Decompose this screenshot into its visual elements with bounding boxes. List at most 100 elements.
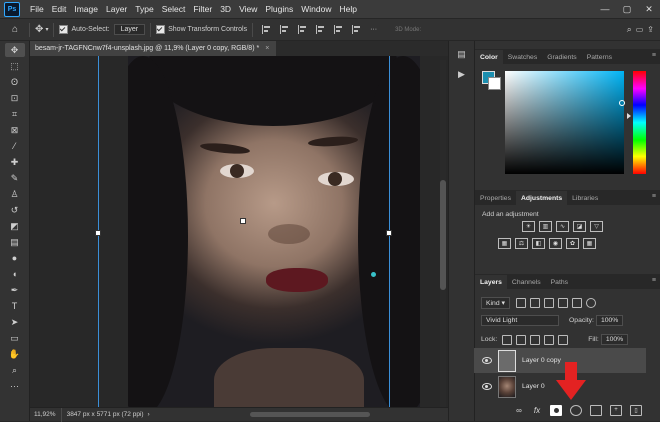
new-layer-icon[interactable]: + [610,404,622,416]
tab-channels[interactable]: Channels [507,275,546,289]
vibrance-icon[interactable]: ▽ [590,221,603,232]
portrait-photo[interactable] [128,56,420,407]
pen-tool-icon[interactable]: ✒ [5,283,25,297]
minimize-button[interactable]: — [594,0,616,18]
panel-menu-icon[interactable]: ≡ [652,52,656,59]
color-picker-field[interactable] [505,71,624,174]
lock-artboard-icon[interactable] [544,334,555,345]
tab-color[interactable]: Color [475,50,503,64]
healing-brush-icon[interactable]: ✚ [5,155,25,169]
align-bottom-icon[interactable] [352,25,362,34]
menu-help[interactable]: Help [335,4,360,14]
eraser-tool-icon[interactable]: ◩ [5,219,25,233]
tab-paths[interactable]: Paths [546,275,573,289]
filter-smart-icon[interactable] [571,298,582,308]
exposure-icon[interactable]: ◪ [573,221,586,232]
layer-name[interactable]: Layer 0 [522,383,545,390]
object-select-tool-icon[interactable]: ⊡ [5,91,25,105]
brightness-icon[interactable]: ☀ [522,221,535,232]
gradient-tool-icon[interactable]: ▤ [5,235,25,249]
transform-handle-top[interactable] [240,218,246,224]
eyedropper-tool-icon[interactable]: ⁄ [5,139,25,153]
menu-image[interactable]: Image [70,4,102,14]
trash-icon[interactable]: ▯ [630,404,642,416]
frame-tool-icon[interactable]: ⊠ [5,123,25,137]
color-lookup-icon[interactable]: ▦ [583,238,596,249]
hue-slider[interactable] [633,71,646,174]
blur-tool-icon[interactable]: ● [5,251,25,265]
visibility-eye-icon[interactable] [482,357,492,364]
lock-position-icon[interactable] [530,334,541,345]
show-transform-checkbox[interactable] [156,25,166,34]
close-tab-icon[interactable]: × [265,45,269,52]
lock-pixels-icon[interactable] [516,334,527,345]
status-menu-icon[interactable]: › [148,411,150,418]
filter-adjustment-icon[interactable] [529,298,540,308]
channel-mixer-icon[interactable]: ✿ [566,238,579,249]
hue-sat-icon[interactable]: ▦ [498,238,511,249]
menu-edit[interactable]: Edit [48,4,71,14]
document-tab[interactable]: besam-jr-TAGFNCnw7f4-unsplash.jpg @ 11,9… [30,41,276,56]
vertical-scroll-thumb[interactable] [440,180,446,290]
move-tool-icon[interactable]: ✥ [35,24,43,35]
menu-select[interactable]: Select [158,4,190,14]
menu-file[interactable]: File [26,4,48,14]
move-tool-icon[interactable]: ✥ [4,43,25,57]
add-mask-icon[interactable] [550,404,562,416]
hand-tool-icon[interactable]: ✋ [5,347,25,361]
color-balance-icon[interactable]: ⚖ [515,238,528,249]
more-tools-icon[interactable]: ··· [5,379,25,393]
menu-plugins[interactable]: Plugins [261,4,297,14]
marquee-tool-icon[interactable]: ⬚ [5,59,25,73]
photo-filter-icon[interactable]: ◉ [549,238,562,249]
dodge-tool-icon[interactable]: ◖ [5,267,25,281]
tab-libraries[interactable]: Libraries [567,191,603,205]
curves-icon[interactable]: ∿ [556,221,569,232]
zoom-tool-icon[interactable]: ⌕ [5,363,25,377]
history-icon[interactable]: ▤ [455,47,469,61]
lasso-tool-icon[interactable]: ʘ [5,75,25,89]
adjustment-layer-icon[interactable] [570,404,582,416]
bw-icon[interactable]: ◧ [532,238,545,249]
filter-pixel-icon[interactable] [515,298,526,308]
background-color-swatch[interactable] [488,77,501,90]
rectangle-tool-icon[interactable]: ▭ [5,331,25,345]
opacity-field[interactable]: 100% [595,315,624,326]
brush-tool-icon[interactable]: ✎ [5,171,25,185]
fx-icon[interactable]: fx [532,406,542,415]
search-icon[interactable]: ⌕ [627,24,632,35]
more-options-icon[interactable]: ··· [370,26,377,33]
align-top-icon[interactable] [316,25,326,34]
menu-layer[interactable]: Layer [102,4,131,14]
color-picker-cursor[interactable] [619,100,625,106]
align-middle-icon[interactable] [334,25,344,34]
type-tool-icon[interactable]: T [5,299,25,313]
tab-layers[interactable]: Layers [475,275,507,289]
tab-adjustments[interactable]: Adjustments [515,191,568,205]
tab-properties[interactable]: Properties [475,191,516,205]
maximize-button[interactable]: ▢ [616,0,638,18]
zoom-level[interactable]: 11,92% [34,411,56,418]
history-brush-icon[interactable]: ↺ [5,203,25,217]
transform-handle-right[interactable] [386,230,392,236]
actions-play-icon[interactable]: ▶ [455,67,469,81]
fill-field[interactable]: 100% [600,334,629,345]
menu-window[interactable]: Window [297,4,335,14]
lock-all-icon[interactable] [558,334,569,345]
tab-patterns[interactable]: Patterns [582,50,617,64]
chevron-down-icon[interactable]: ▾ [45,26,48,33]
filter-toggle-icon[interactable] [585,298,596,308]
hue-slider-arrow[interactable] [627,113,631,119]
panel-menu-icon[interactable]: ≡ [652,277,656,284]
crop-tool-icon[interactable]: ⌗ [5,107,25,121]
menu-3d[interactable]: 3D [216,4,235,14]
path-select-icon[interactable]: ➤ [5,315,25,329]
workspace-icon[interactable]: ▭ [636,25,644,34]
share-icon[interactable]: ⇪ [647,25,654,34]
group-icon[interactable] [590,404,602,416]
menu-type[interactable]: Type [131,4,157,14]
horizontal-scroll-thumb[interactable] [250,412,370,417]
kind-filter-dropdown[interactable]: Kind ▾ [481,297,510,309]
menu-view[interactable]: View [235,4,261,14]
tab-gradients[interactable]: Gradients [542,50,581,64]
